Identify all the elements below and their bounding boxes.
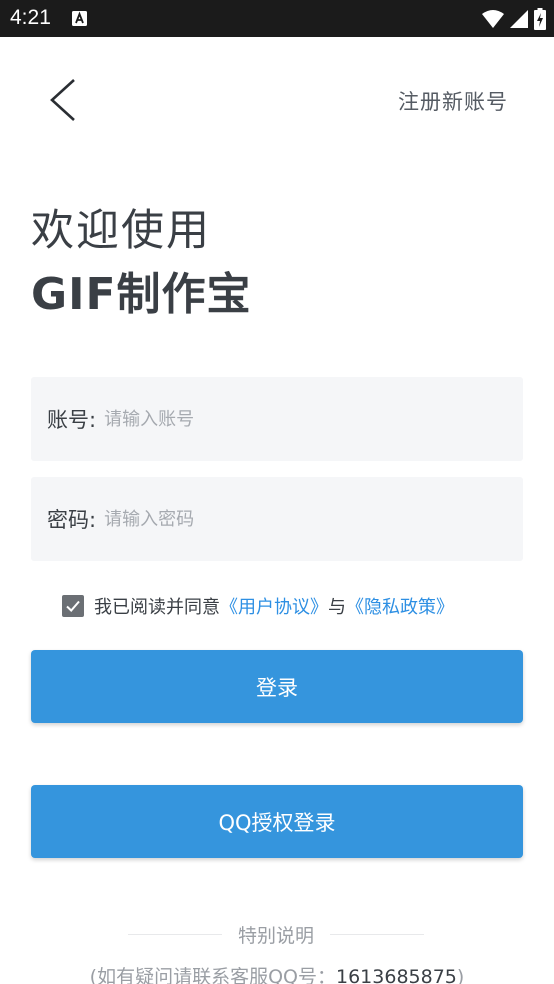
- account-field-box: 账号:: [31, 377, 523, 461]
- status-bar: 4:21: [0, 0, 554, 37]
- account-input[interactable]: [104, 399, 523, 439]
- note-divider-right: [330, 934, 425, 935]
- note-divider-left: [128, 934, 222, 935]
- a-notification-icon: [72, 11, 87, 30]
- password-field-box: 密码:: [31, 477, 523, 561]
- back-button[interactable]: [40, 76, 88, 124]
- agreement-conjunction: 与: [328, 597, 346, 618]
- signal-icon: [510, 10, 528, 32]
- special-note-title: 特别说明: [238, 925, 315, 947]
- status-time: 4:21: [10, 6, 51, 29]
- login-button[interactable]: 登录: [31, 650, 523, 723]
- agreement-row: 我已阅读并同意 《用户协议》 与 《隐私政策》: [62, 593, 454, 619]
- battery-charging-icon: [534, 8, 546, 34]
- password-label: 密码:: [47, 508, 97, 532]
- user-agreement-link[interactable]: 《用户协议》: [220, 593, 328, 619]
- check-icon: [66, 600, 80, 612]
- privacy-policy-link[interactable]: 《隐私政策》: [346, 593, 454, 619]
- special-note-header: 特别说明: [128, 921, 425, 948]
- contact-note-prefix: (如有疑问请联系客服QQ号：: [89, 966, 336, 984]
- agreement-prefix: 我已阅读并同意: [94, 597, 220, 618]
- agreement-checkbox[interactable]: [62, 595, 84, 617]
- password-input[interactable]: [104, 499, 523, 539]
- login-screen: 4:21 注册新账号 欢迎使用 GIF制作宝 账号: 请输入账号 密码: 我已阅…: [0, 0, 554, 984]
- status-icons: [482, 8, 546, 34]
- chevron-left-icon: [40, 79, 88, 128]
- register-link[interactable]: 注册新账号: [398, 86, 508, 116]
- qq-login-button[interactable]: QQ授权登录: [31, 785, 523, 858]
- wifi-icon: [482, 9, 504, 33]
- qq-number: 1613685875: [336, 966, 457, 984]
- welcome-heading: 欢迎使用: [31, 206, 211, 256]
- contact-note-suffix: ): [456, 966, 465, 984]
- account-label: 账号:: [47, 408, 97, 432]
- app-name-heading: GIF制作宝: [31, 269, 252, 320]
- contact-note: (如有疑问请联系客服QQ号：1613685875): [0, 962, 554, 984]
